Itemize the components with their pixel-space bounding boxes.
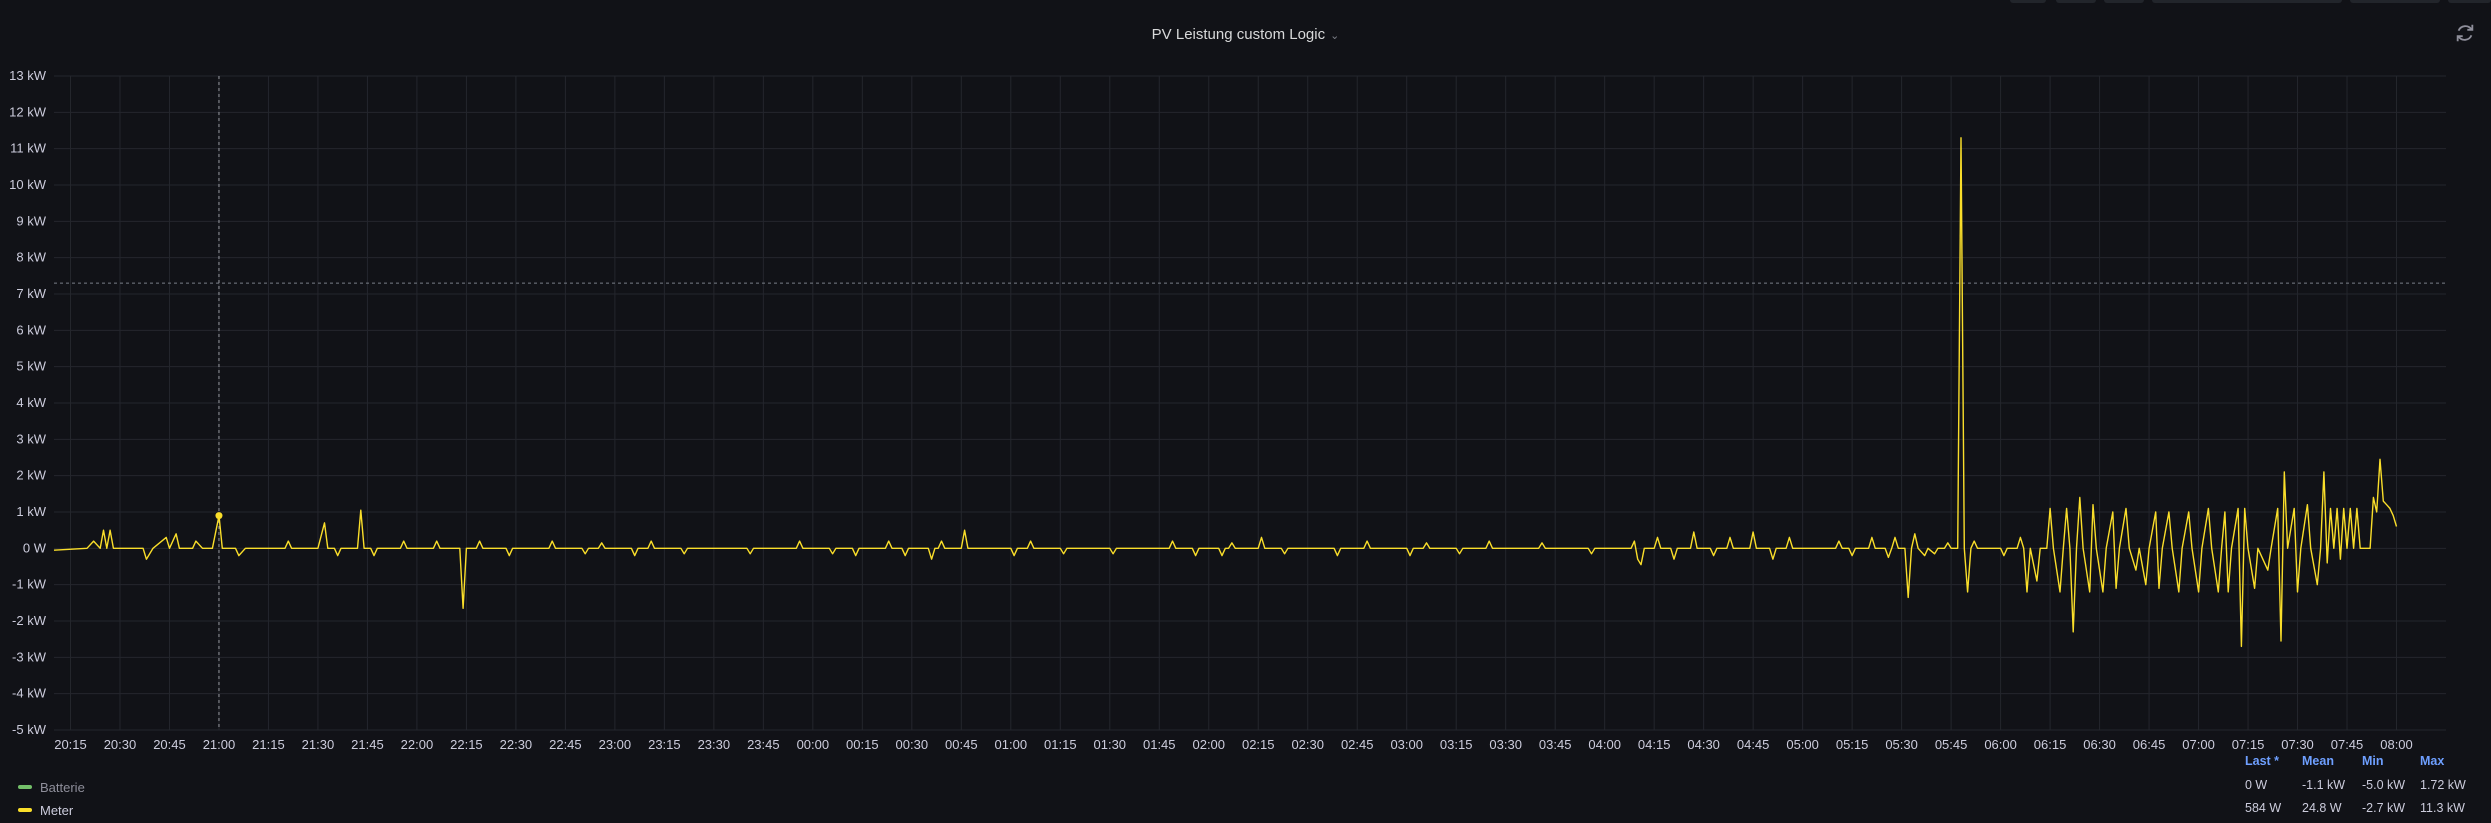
legend-item-batterie[interactable]: Batterie [18,778,85,796]
y-tick-label: 11 kW [10,141,47,156]
stat-max: 1.72 kW [2420,778,2466,792]
x-tick-label: 03:00 [1390,737,1423,752]
x-tick-label: 07:00 [2182,737,2215,752]
x-tick-label: 07:45 [2331,737,2364,752]
x-tick-label: 05:00 [1786,737,1819,752]
x-axis: 20:15 20:30 20:45 21:00 21:15 21:30 21:45 22:00… [54,737,2413,752]
stat-mean: -1.1 kW [2302,778,2346,792]
x-tick-label: 01:30 [1094,737,1127,752]
y-tick-label: -1 kW [12,577,47,592]
stat-last: 0 W [2245,778,2268,792]
x-tick-label: 05:15 [1836,737,1869,752]
x-tick-label: 01:45 [1143,737,1176,752]
series-line-meter [53,137,2398,648]
x-tick-label: 00:00 [797,737,830,752]
y-tick-label: 0 W [23,540,47,555]
legend-series-name[interactable]: Meter [40,803,73,818]
y-tick-label: 6 kW [16,322,46,337]
x-tick-label: 23:30 [698,737,731,752]
crosshair-point [215,512,223,520]
legend: Batterie Meter Last * Mean Min Max 0 W -… [0,754,2491,823]
x-tick-label: 22:00 [401,737,434,752]
x-tick-label: 22:45 [549,737,582,752]
y-tick-label: 13 kW [9,68,47,83]
x-tick-label: 01:00 [995,737,1028,752]
series-layer [53,137,2398,648]
legend-item-meter[interactable]: Meter [18,801,73,819]
x-tick-label: 06:30 [2083,737,2116,752]
x-tick-label: 04:30 [1687,737,1720,752]
x-tick-label: 21:00 [203,737,236,752]
x-tick-label: 20:45 [153,737,186,752]
x-tick-label: 21:15 [252,737,285,752]
y-tick-label: 9 kW [16,213,46,228]
x-tick-label: 22:15 [450,737,483,752]
legend-header-max[interactable]: Max [2420,754,2444,768]
x-tick-label: 05:30 [1885,737,1918,752]
x-tick-label: 05:45 [1935,737,1968,752]
x-tick-label: 04:45 [1737,737,1770,752]
x-tick-label: 23:00 [599,737,632,752]
x-tick-label: 21:45 [351,737,384,752]
x-tick-label: 00:15 [846,737,879,752]
y-tick-label: 1 kW [16,504,46,519]
legend-header-last[interactable]: Last * [2245,754,2279,768]
x-tick-label: 01:15 [1044,737,1077,752]
stat-last: 584 W [2245,801,2282,815]
y-tick-label: 5 kW [16,359,46,374]
y-tick-label: 12 kW [9,104,47,119]
series-color-swatch[interactable] [18,808,32,812]
x-tick-label: 02:15 [1242,737,1275,752]
x-tick-label: 06:45 [2133,737,2166,752]
legend-header-min[interactable]: Min [2362,754,2384,768]
y-tick-label: -2 kW [12,613,47,628]
x-tick-label: 04:00 [1588,737,1621,752]
time-series-chart[interactable]: 13 kW 12 kW 11 kW 10 kW 9 kW 8 kW 7 kW 6 kW 5 kW… [0,0,2491,770]
x-tick-label: 20:15 [54,737,87,752]
x-tick-label: 02:00 [1192,737,1225,752]
y-tick-label: 4 kW [16,395,46,410]
stat-min: -2.7 kW [2362,801,2406,815]
x-tick-label: 23:45 [747,737,780,752]
x-tick-label: 02:30 [1291,737,1324,752]
x-tick-label: 08:00 [2380,737,2413,752]
y-tick-label: 3 kW [16,431,46,446]
series-color-swatch[interactable] [18,785,32,789]
x-tick-label: 07:15 [2232,737,2265,752]
stat-min: -5.0 kW [2362,778,2406,792]
x-tick-label: 06:00 [1984,737,2017,752]
y-tick-label: -3 kW [12,649,47,664]
y-tick-label: -4 kW [12,686,47,701]
y-tick-label: 7 kW [16,286,46,301]
stat-max: 11.3 kW [2420,801,2465,815]
x-tick-label: 02:45 [1341,737,1374,752]
x-tick-label: 03:15 [1440,737,1473,752]
x-tick-label: 00:45 [945,737,978,752]
y-tick-label: 8 kW [16,250,46,265]
y-tick-label: 2 kW [16,468,46,483]
x-tick-label: 06:15 [2034,737,2067,752]
grid [54,75,2446,731]
x-tick-label: 07:30 [2281,737,2314,752]
x-tick-label: 23:15 [648,737,681,752]
y-tick-label: 10 kW [9,177,47,192]
x-tick-label: 03:30 [1489,737,1522,752]
x-tick-label: 04:15 [1638,737,1671,752]
x-tick-label: 21:30 [302,737,335,752]
x-tick-label: 03:45 [1539,737,1572,752]
y-tick-label: -5 kW [12,722,47,737]
x-tick-label: 20:30 [104,737,137,752]
y-axis: 13 kW 12 kW 11 kW 10 kW 9 kW 8 kW 7 kW 6 kW 5 kW… [9,68,47,737]
x-tick-label: 00:30 [896,737,929,752]
stat-mean: 24.8 W [2302,801,2342,815]
x-tick-label: 22:30 [500,737,533,752]
legend-header-mean[interactable]: Mean [2302,754,2334,768]
legend-series-name[interactable]: Batterie [40,780,85,795]
